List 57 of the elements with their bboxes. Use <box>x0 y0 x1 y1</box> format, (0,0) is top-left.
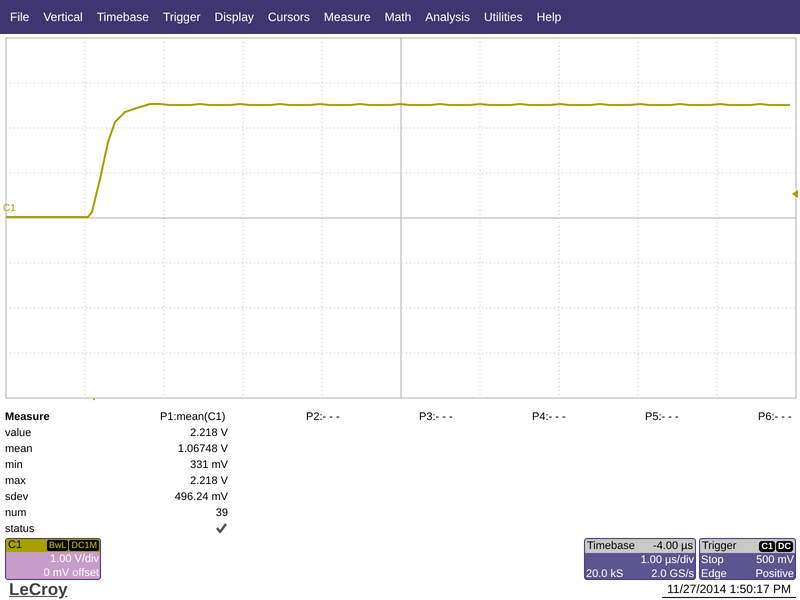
menu-item[interactable]: Vertical <box>37 6 89 28</box>
trigger-panel[interactable]: Trigger C1 DC Stop 500 mV Edge Positive <box>699 538 796 580</box>
menu-item[interactable]: Cursors <box>262 6 316 28</box>
channel-setting: 0 mV offset <box>42 566 100 579</box>
panel-title: Timebase <box>587 540 635 552</box>
measure-parameter-header: P5:- - - <box>645 410 679 425</box>
menu-item[interactable]: Utilities <box>478 6 529 28</box>
menu-item[interactable]: Analysis <box>419 6 476 28</box>
panel-label: Edge <box>701 567 727 579</box>
panel-value: -4.00 µs <box>653 540 693 552</box>
measure-row-label: status <box>5 522 34 537</box>
panel-reading: 2.0 GS/s <box>651 567 694 579</box>
menu-item[interactable]: Timebase <box>90 6 155 28</box>
channel-tag: DC1M <box>69 540 99 551</box>
measure-title: Measure <box>5 410 50 425</box>
trigger-level-marker <box>792 190 798 198</box>
trigger-tag: C1 <box>759 540 775 552</box>
panel-reading: 500 mV <box>756 553 794 567</box>
menu-item[interactable]: Help <box>530 6 568 28</box>
channel-panel[interactable]: C1 BwL DC1M 1.00 V/div 0 mV offset <box>5 538 101 580</box>
measure-parameter-header: P4:- - - <box>532 410 566 425</box>
measure-row-label: min <box>5 458 23 473</box>
measure-parameter-header: P6:- - - <box>758 410 792 425</box>
menu-item[interactable]: Measure <box>318 6 377 28</box>
panel-reading: 1.00 µs/div <box>640 553 694 567</box>
menu-item[interactable]: Math <box>378 6 418 28</box>
channel-marker-label: C1 <box>3 204 16 214</box>
measure-parameter-header: P1:mean(C1) <box>160 410 226 425</box>
check-icon <box>216 523 227 533</box>
channel-setting: 1.00 V/div <box>49 552 100 566</box>
panel-label: Stop <box>701 553 724 567</box>
brand-logo: LeCroy <box>9 580 68 600</box>
measure-value: 2.218 V <box>190 474 228 489</box>
measure-parameter-header: P3:- - - <box>419 410 453 425</box>
menu-item[interactable]: Trigger <box>156 6 207 28</box>
measure-value: 496.24 mV <box>174 490 228 505</box>
measure-row-label: sdev <box>5 490 28 505</box>
panel-title: Trigger <box>702 540 736 552</box>
menu-item[interactable]: File <box>4 6 36 28</box>
menu-item[interactable]: Display <box>208 6 260 28</box>
trigger-tag: DC <box>776 540 793 552</box>
measure-value: 2.218 V <box>190 426 228 441</box>
date-time: 11/27/2014 1:50:17 PM <box>662 582 796 598</box>
channel-name: C1 <box>7 540 22 551</box>
timebase-panel[interactable]: Timebase -4.00 µs 1.00 µs/div 20.0 kS 2.0 GS/s <box>584 538 696 580</box>
measure-row-label: num <box>5 506 26 521</box>
panel-label: 20.0 kS <box>586 567 624 579</box>
measure-value: 39 <box>216 506 228 521</box>
panel-reading: Positive <box>755 567 794 579</box>
measure-value: 331 mV <box>190 458 228 473</box>
measure-row-label: mean <box>5 442 33 457</box>
channel-tag: BwL <box>46 540 68 551</box>
measure-parameter-header: P2:- - - <box>306 410 340 425</box>
trigger-position-marker <box>90 398 98 400</box>
measure-row-label: max <box>5 474 26 489</box>
measure-row-label: value <box>5 426 32 441</box>
measure-value: 1.06748 V <box>178 442 228 457</box>
